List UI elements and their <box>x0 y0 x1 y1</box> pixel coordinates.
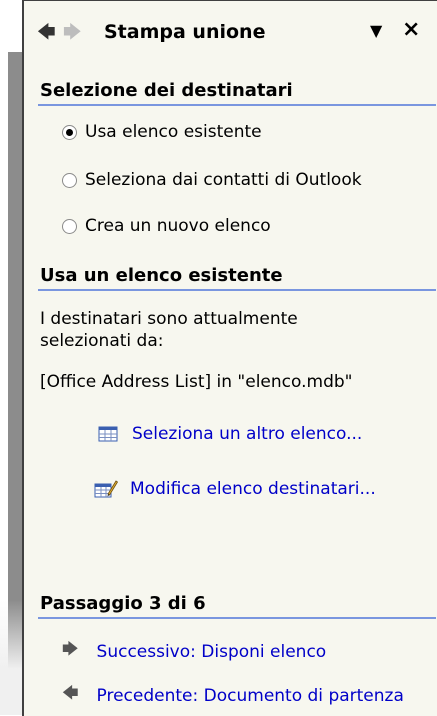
radio-button[interactable] <box>62 218 77 234</box>
task-pane-title: Stampa unione <box>104 21 266 43</box>
radio-label: Seleziona dai contatti di Outlook <box>85 170 362 190</box>
radio-button-checked[interactable] <box>62 124 77 140</box>
select-other-list-link[interactable]: Seleziona un altro elenco... <box>98 424 362 444</box>
radio-label: Usa elenco esistente <box>85 122 262 142</box>
existing-list-heading: Usa un elenco esistente <box>40 265 283 286</box>
link-label[interactable]: Modifica elenco destinatari... <box>130 479 376 499</box>
chevron-down-icon[interactable]: ▼ <box>370 21 382 40</box>
radio-new-list[interactable]: Crea un nuovo elenco <box>62 214 271 238</box>
step-heading: Passaggio 3 di 6 <box>40 593 206 614</box>
link-label[interactable]: Seleziona un altro elenco... <box>132 424 362 444</box>
next-step-link[interactable]: 🡆 Successivo: Disponi elenco <box>62 638 326 665</box>
existing-list-description: I destinatari sono attualmente seleziona… <box>40 309 298 351</box>
section-divider <box>38 289 436 291</box>
table-icon <box>98 426 118 442</box>
previous-step-link[interactable]: 🡄 Precedente: Documento di partenza <box>62 682 437 709</box>
edit-list-icon <box>94 480 118 498</box>
radio-label: Crea un nuovo elenco <box>85 216 271 236</box>
link-label[interactable]: Precedente: Documento di partenza <box>97 686 404 706</box>
section-divider <box>38 617 436 619</box>
arrow-left-icon[interactable]: 🡄 <box>37 20 56 50</box>
radio-button[interactable] <box>62 172 77 188</box>
link-label[interactable]: Successivo: Disponi elenco <box>97 642 327 662</box>
arrow-right-icon[interactable]: 🡆 <box>63 20 82 50</box>
task-pane: 🡄 🡆 Stampa unione ▼ × Selezione dei dest… <box>22 0 437 716</box>
existing-list-source: [Office Address List] in "elenco.mdb" <box>40 372 353 392</box>
recipients-heading: Selezione dei destinatari <box>40 80 293 101</box>
radio-use-existing[interactable]: Usa elenco esistente <box>62 120 262 144</box>
arrow-left-icon: 🡄 <box>62 683 79 702</box>
radio-outlook-contacts[interactable]: Seleziona dai contatti di Outlook <box>62 168 362 192</box>
task-pane-titlebar: 🡄 🡆 Stampa unione ▼ × <box>24 1 437 57</box>
close-icon[interactable]: × <box>402 17 420 42</box>
section-divider <box>38 104 436 106</box>
arrow-right-icon: 🡆 <box>62 639 79 658</box>
edit-recipients-link[interactable]: Modifica elenco destinatari... <box>94 478 376 500</box>
